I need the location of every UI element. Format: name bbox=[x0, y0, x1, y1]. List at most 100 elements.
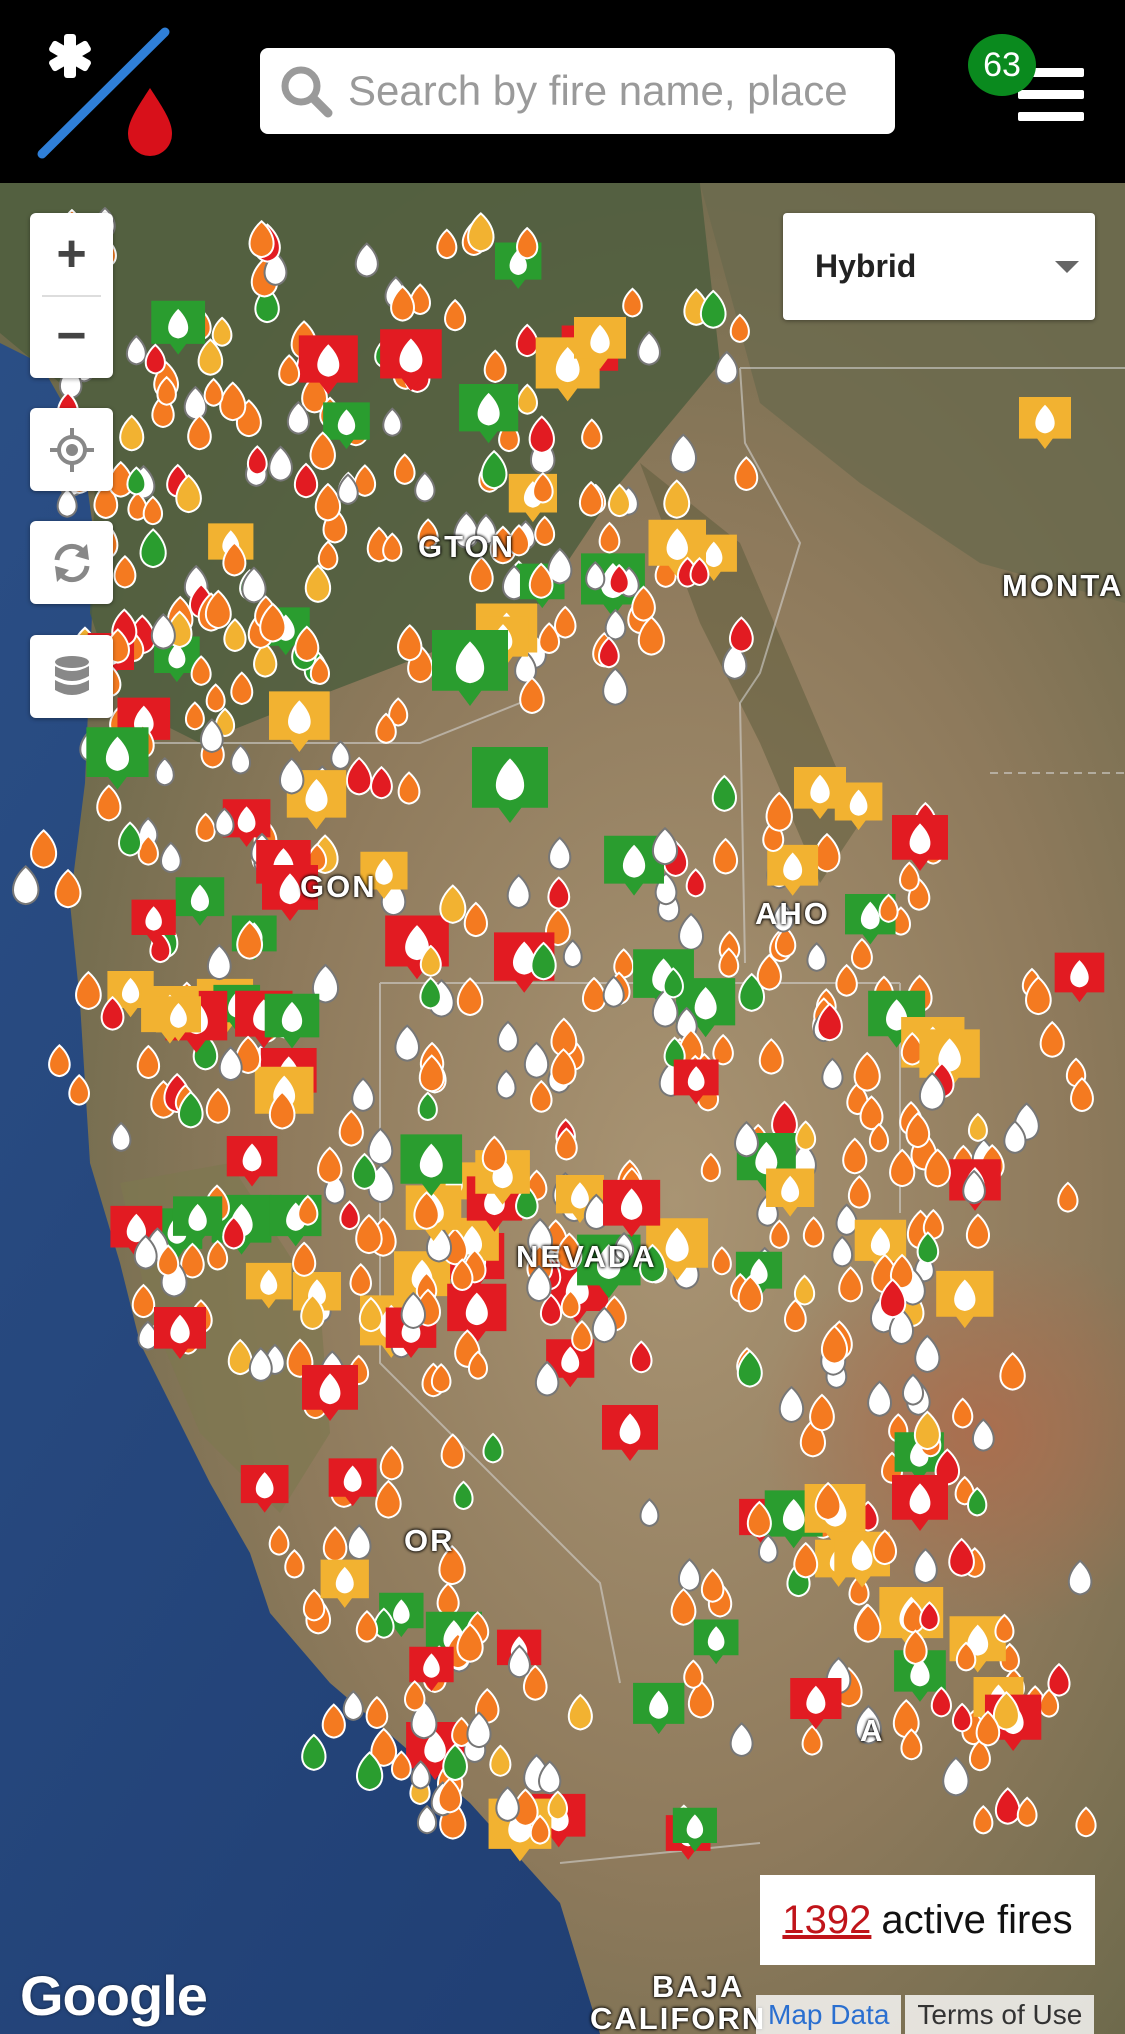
fire-marker-icon[interactable] bbox=[913, 1547, 938, 1584]
fire-marker-icon[interactable] bbox=[571, 1320, 593, 1352]
fire-marker-icon[interactable] bbox=[205, 1087, 231, 1124]
fire-marker-icon[interactable] bbox=[184, 701, 205, 731]
fire-marker-icon[interactable] bbox=[758, 1038, 784, 1075]
fire-marker-icon[interactable] bbox=[86, 727, 149, 790]
fire-marker-icon[interactable] bbox=[293, 462, 319, 499]
fire-marker-icon[interactable] bbox=[685, 868, 706, 898]
fire-marker-icon[interactable] bbox=[226, 1135, 278, 1187]
fire-marker-icon[interactable] bbox=[1067, 1559, 1093, 1596]
fire-marker-icon[interactable] bbox=[230, 744, 252, 775]
fire-marker-icon[interactable] bbox=[842, 1137, 868, 1175]
fire-marker-icon[interactable] bbox=[999, 1352, 1026, 1391]
fire-marker-icon[interactable] bbox=[205, 683, 226, 713]
fire-marker-icon[interactable] bbox=[314, 482, 342, 522]
fire-marker-icon[interactable] bbox=[245, 1262, 292, 1309]
fire-marker-icon[interactable] bbox=[397, 771, 421, 805]
fire-marker-icon[interactable] bbox=[729, 313, 750, 343]
fire-marker-icon[interactable] bbox=[175, 877, 225, 926]
fire-marker-icon[interactable] bbox=[330, 740, 351, 770]
app-logo-icon[interactable] bbox=[30, 26, 180, 161]
fire-marker-icon[interactable] bbox=[397, 624, 423, 662]
fire-marker-icon[interactable] bbox=[444, 298, 467, 332]
fire-marker-icon[interactable] bbox=[279, 757, 305, 795]
fire-marker-icon[interactable] bbox=[622, 287, 643, 318]
fire-marker-icon[interactable] bbox=[728, 616, 754, 653]
zoom-out-button[interactable]: − bbox=[30, 295, 113, 377]
fire-marker-icon[interactable] bbox=[854, 1603, 882, 1643]
fire-marker-icon[interactable] bbox=[203, 377, 224, 407]
fire-marker-icon[interactable] bbox=[30, 829, 58, 869]
fire-marker-icon[interactable] bbox=[651, 826, 679, 866]
fire-marker-icon[interactable] bbox=[136, 1044, 161, 1080]
fire-marker-icon[interactable] bbox=[951, 1702, 973, 1733]
fire-marker-icon[interactable] bbox=[801, 1724, 823, 1756]
fire-marker-icon[interactable] bbox=[207, 1239, 229, 1271]
fire-marker-icon[interactable] bbox=[765, 791, 793, 832]
fire-marker-icon[interactable] bbox=[1039, 1020, 1065, 1058]
fire-marker-icon[interactable] bbox=[183, 385, 208, 421]
fire-marker-icon[interactable] bbox=[581, 976, 607, 1013]
fire-marker-icon[interactable] bbox=[131, 1283, 156, 1319]
fire-marker-icon[interactable] bbox=[847, 1175, 871, 1209]
fire-marker-icon[interactable] bbox=[440, 1433, 465, 1469]
fire-marker-icon[interactable] bbox=[439, 884, 467, 924]
fire-marker-icon[interactable] bbox=[338, 1109, 364, 1147]
fire-marker-icon[interactable] bbox=[187, 414, 212, 451]
fire-marker-icon[interactable] bbox=[892, 1475, 948, 1531]
fire-marker-icon[interactable] bbox=[711, 774, 737, 812]
fire-marker-icon[interactable] bbox=[118, 821, 143, 857]
fire-marker-icon[interactable] bbox=[125, 334, 147, 366]
fire-marker-icon[interactable] bbox=[678, 912, 705, 951]
fire-marker-icon[interactable] bbox=[602, 1405, 658, 1461]
fire-marker-icon[interactable] bbox=[370, 765, 393, 800]
fire-marker-icon[interactable] bbox=[994, 1787, 1021, 1825]
fire-marker-icon[interactable] bbox=[278, 354, 301, 387]
fire-marker-icon[interactable] bbox=[835, 963, 858, 997]
fire-marker-icon[interactable] bbox=[581, 418, 603, 450]
fire-marker-icon[interactable] bbox=[144, 343, 166, 375]
fire-marker-icon[interactable] bbox=[973, 1805, 994, 1835]
locate-button[interactable] bbox=[30, 408, 113, 491]
fire-marker-icon[interactable] bbox=[268, 445, 293, 482]
fire-marker-icon[interactable] bbox=[633, 1682, 685, 1735]
fire-marker-icon[interactable] bbox=[113, 555, 137, 589]
fire-marker-icon[interactable] bbox=[240, 1464, 289, 1513]
fire-marker-icon[interactable] bbox=[669, 433, 698, 474]
fire-marker-icon[interactable] bbox=[48, 1044, 71, 1078]
fire-marker-icon[interactable] bbox=[1054, 952, 1105, 1003]
fire-marker-icon[interactable] bbox=[463, 901, 488, 938]
fire-marker-icon[interactable] bbox=[867, 1380, 893, 1417]
fire-marker-icon[interactable] bbox=[663, 479, 691, 519]
fire-marker-icon[interactable] bbox=[160, 841, 182, 874]
fire-marker-icon[interactable] bbox=[528, 415, 555, 454]
fire-marker-icon[interactable] bbox=[142, 495, 164, 526]
fire-marker-icon[interactable] bbox=[119, 414, 145, 452]
fire-marker-icon[interactable] bbox=[154, 1307, 206, 1359]
fire-marker-icon[interactable] bbox=[715, 350, 739, 385]
fire-marker-icon[interactable] bbox=[534, 515, 556, 547]
fire-marker-icon[interactable] bbox=[713, 837, 739, 875]
fire-marker-icon[interactable] bbox=[472, 747, 548, 823]
fire-marker-icon[interactable] bbox=[677, 1558, 702, 1592]
fire-marker-icon[interactable] bbox=[1018, 397, 1071, 449]
fire-count-link[interactable]: 1392 bbox=[782, 1898, 871, 1943]
fire-marker-icon[interactable] bbox=[456, 977, 484, 1016]
fire-marker-icon[interactable] bbox=[604, 608, 627, 641]
fire-marker-icon[interactable] bbox=[598, 521, 621, 554]
fire-marker-icon[interactable] bbox=[1016, 1796, 1038, 1827]
fire-marker-icon[interactable] bbox=[453, 1480, 474, 1511]
fire-marker-icon[interactable] bbox=[899, 861, 920, 892]
fire-marker-icon[interactable] bbox=[317, 1146, 343, 1184]
fire-marker-icon[interactable] bbox=[349, 1262, 372, 1296]
fire-marker-icon[interactable] bbox=[322, 1526, 348, 1563]
fire-marker-icon[interactable] bbox=[483, 349, 507, 383]
fire-marker-icon[interactable] bbox=[253, 642, 278, 678]
fire-marker-icon[interactable] bbox=[914, 1334, 941, 1373]
fire-marker-icon[interactable] bbox=[380, 329, 442, 391]
fire-marker-icon[interactable] bbox=[68, 1074, 90, 1106]
fire-marker-icon[interactable] bbox=[346, 1524, 372, 1561]
fire-marker-icon[interactable] bbox=[901, 1373, 925, 1406]
fire-marker-icon[interactable] bbox=[227, 1338, 253, 1376]
fire-marker-icon[interactable] bbox=[436, 228, 458, 260]
fire-marker-icon[interactable] bbox=[734, 456, 759, 492]
